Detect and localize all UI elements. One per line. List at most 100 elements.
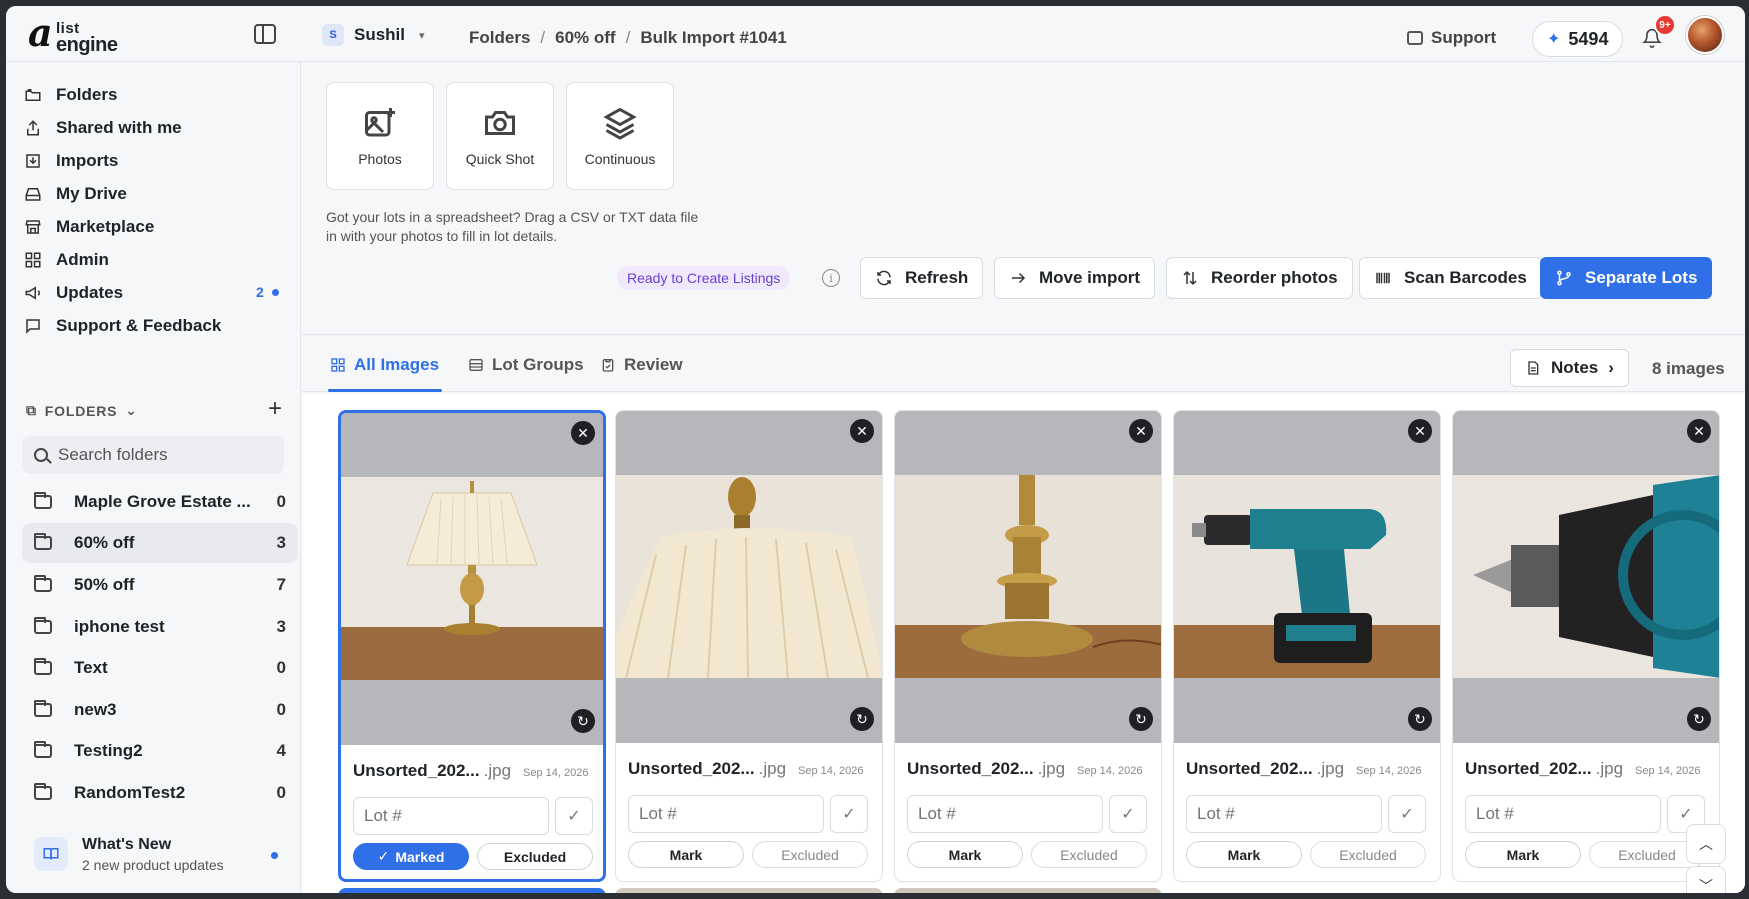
- image-thumbnail[interactable]: [341, 477, 603, 680]
- credits-button[interactable]: ✦ 5494: [1532, 21, 1624, 57]
- reorder-photos-button[interactable]: Reorder photos: [1166, 257, 1353, 299]
- remove-image-button[interactable]: ✕: [1129, 419, 1153, 443]
- whats-new-panel[interactable]: What's New 2 new product updates: [22, 826, 292, 882]
- image-card[interactable]: ✕ ↻ Unsorted_202... .jpg Sep 14, 2026 ✓ …: [894, 410, 1162, 882]
- breadcrumb-item[interactable]: Folders: [469, 28, 530, 48]
- image-thumbnail[interactable]: [1453, 475, 1719, 678]
- folder-name: 50% off: [74, 575, 135, 594]
- sidebar-toggle-icon[interactable]: [254, 24, 276, 44]
- sidebar-item-shared[interactable]: Shared with me: [24, 113, 182, 143]
- exclude-button[interactable]: Excluded: [477, 843, 593, 870]
- remove-image-button[interactable]: ✕: [1408, 419, 1432, 443]
- image-card[interactable]: ✕ ↻ Unsorted_202... .jpg Sep 14, 2026 ✓ …: [338, 410, 606, 882]
- clipboard-icon: [602, 359, 614, 372]
- sidebar-item-updates[interactable]: Updates: [24, 278, 123, 308]
- image-card[interactable]: ✕ ↻ Unsorted_202... .jpg Sep 14, 2026 ✓ …: [1173, 410, 1441, 882]
- user-avatar[interactable]: [1686, 16, 1724, 54]
- folder-item[interactable]: 50% off 7: [22, 565, 298, 605]
- lot-number-input[interactable]: [628, 795, 824, 833]
- folder-item-active[interactable]: 60% off 3: [22, 523, 298, 563]
- tab-all-images[interactable]: All Images: [330, 355, 439, 375]
- sidebar-item-marketplace[interactable]: Marketplace: [24, 212, 154, 242]
- rotate-icon[interactable]: ↻: [1408, 707, 1432, 731]
- support-button[interactable]: Support: [1407, 28, 1496, 48]
- workspace-switcher[interactable]: S Sushil ▾: [322, 24, 425, 46]
- quick-shot-button[interactable]: Quick Shot: [446, 82, 554, 190]
- exclude-button[interactable]: Excluded: [1310, 841, 1426, 868]
- lot-number-input[interactable]: [1186, 795, 1382, 833]
- mark-button[interactable]: Mark: [628, 841, 744, 868]
- folder-item[interactable]: Testing2 4: [22, 731, 298, 771]
- lot-number-input[interactable]: [907, 795, 1103, 833]
- lot-number-input[interactable]: [1465, 795, 1661, 833]
- sidebar-item-folders[interactable]: Folders: [24, 80, 117, 110]
- image-thumbnail[interactable]: [616, 475, 882, 678]
- scroll-down-button[interactable]: ﹀: [1686, 866, 1726, 893]
- breadcrumb: Folders / 60% off / Bulk Import #1041: [469, 28, 787, 48]
- image-filename: Unsorted_202... .jpg Sep 14, 2026: [1186, 759, 1421, 779]
- rotate-icon[interactable]: ↻: [1129, 707, 1153, 731]
- confirm-lot-button[interactable]: ✓: [555, 797, 593, 835]
- notes-button[interactable]: Notes ›: [1510, 349, 1629, 387]
- add-folder-button[interactable]: +: [268, 395, 282, 423]
- image-thumbnail[interactable]: [1174, 475, 1440, 678]
- support-label: Support: [1431, 28, 1497, 47]
- exclude-button[interactable]: Excluded: [1031, 841, 1147, 868]
- rotate-icon[interactable]: ↻: [571, 709, 595, 733]
- folder-item[interactable]: Text 0: [22, 648, 298, 688]
- image-thumbnail[interactable]: [895, 475, 1161, 678]
- move-import-button[interactable]: Move import: [994, 257, 1156, 299]
- remove-image-button[interactable]: ✕: [850, 419, 874, 443]
- image-card[interactable]: ✕ ↻ Unsorted_202... .jpg Sep 14, 2026 ✓ …: [615, 410, 883, 882]
- folder-item[interactable]: new3 0: [22, 690, 298, 730]
- whats-new-text: What's New 2 new product updates: [82, 836, 224, 873]
- sidebar-item-admin[interactable]: Admin: [24, 245, 109, 275]
- scroll-up-button[interactable]: ︿: [1686, 824, 1726, 864]
- filename-ext: .jpg: [758, 759, 787, 778]
- remove-image-button[interactable]: ✕: [1687, 419, 1711, 443]
- sidebar-item-imports[interactable]: Imports: [24, 146, 118, 176]
- sidebar-item-support-feedback[interactable]: Support & Feedback: [24, 311, 221, 341]
- mark-button[interactable]: Mark: [907, 841, 1023, 868]
- image-filename: Unsorted_202... .jpg Sep 14, 2026: [628, 759, 863, 779]
- sidebar-item-my-drive[interactable]: My Drive: [24, 179, 127, 209]
- folder-search-input[interactable]: Search folders: [22, 436, 284, 474]
- exclude-button[interactable]: Excluded: [752, 841, 868, 868]
- folder-item[interactable]: RandomTest2 0: [22, 773, 298, 813]
- refresh-button[interactable]: Refresh: [860, 257, 984, 299]
- lot-number-input[interactable]: [353, 797, 549, 835]
- filename-ext: .jpg: [1037, 759, 1066, 778]
- folder-search-placeholder: Search folders: [58, 445, 168, 464]
- tab-lot-groups[interactable]: Lot Groups: [468, 355, 584, 375]
- folder-item[interactable]: Maple Grove Estate ... 0: [22, 482, 298, 522]
- breadcrumb-item[interactable]: 60% off: [555, 28, 615, 48]
- rotate-icon[interactable]: ↻: [1687, 707, 1711, 731]
- share-icon: [27, 120, 39, 136]
- breadcrumb-current: Bulk Import #1041: [640, 28, 787, 47]
- image-card[interactable]: ✕ ↻ Unsorted_202... .jpg Sep 14, 2026 ✓ …: [1452, 410, 1720, 882]
- mark-button[interactable]: Mark: [1186, 841, 1302, 868]
- rotate-icon[interactable]: ↻: [850, 707, 874, 731]
- folders-section-header[interactable]: ⧉ FOLDERS ⌄: [26, 402, 138, 419]
- folder-count: 0: [276, 700, 286, 719]
- filename-ext: .jpg: [483, 761, 512, 780]
- refresh-icon: [877, 270, 891, 286]
- continuous-button[interactable]: Continuous: [566, 82, 674, 190]
- upload-photos-button[interactable]: Photos: [326, 82, 434, 190]
- action-label: Reorder photos: [1211, 268, 1338, 287]
- mark-button[interactable]: ✓ Marked: [353, 843, 469, 870]
- filename-base: Unsorted_202...: [353, 761, 480, 780]
- separate-lots-button[interactable]: Separate Lots: [1540, 257, 1713, 299]
- mark-button[interactable]: Mark: [1465, 841, 1581, 868]
- folder-item[interactable]: iphone test 3: [22, 607, 298, 647]
- confirm-lot-button[interactable]: ✓: [1388, 795, 1426, 833]
- info-icon[interactable]: i: [822, 269, 840, 287]
- confirm-lot-button[interactable]: ✓: [1109, 795, 1147, 833]
- app-logo[interactable]: a list engine: [28, 10, 138, 56]
- sidebar-item-label: Support & Feedback: [56, 316, 222, 335]
- scan-barcodes-button[interactable]: Scan Barcodes: [1359, 257, 1542, 299]
- confirm-lot-button[interactable]: ✓: [830, 795, 868, 833]
- tab-review[interactable]: Review: [600, 355, 683, 375]
- main-content: Photos Quick Shot Continuous Got your lo…: [302, 62, 1745, 893]
- remove-image-button[interactable]: ✕: [571, 421, 595, 445]
